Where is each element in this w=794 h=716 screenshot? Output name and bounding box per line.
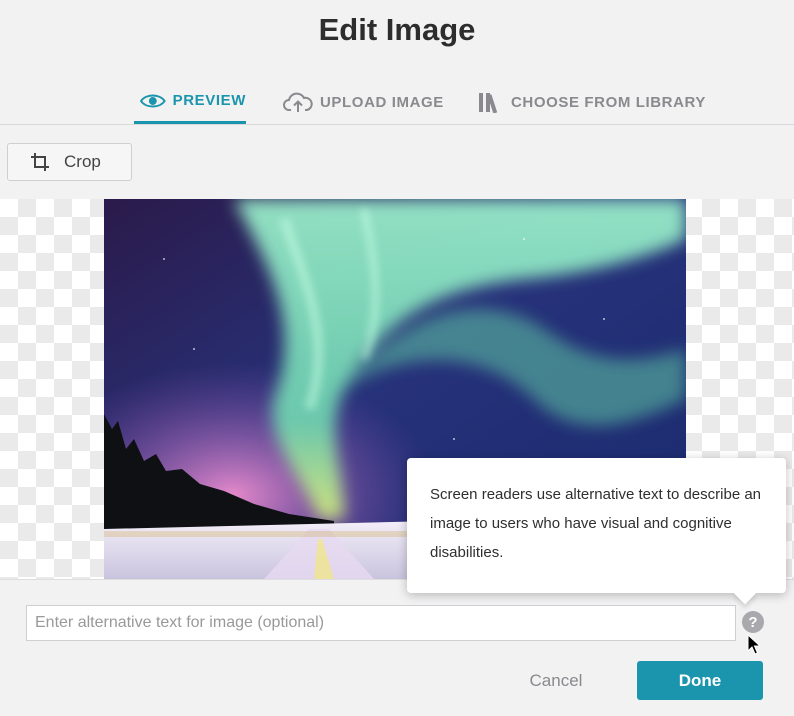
library-icon <box>479 93 498 113</box>
question-icon[interactable]: ? <box>742 611 764 633</box>
dialog-title: Edit Image <box>318 12 476 47</box>
alt-text-input[interactable] <box>26 605 736 641</box>
tab-upload-image[interactable]: UPLOAD IMAGE <box>283 80 444 124</box>
tab-preview[interactable]: PREVIEW <box>134 80 246 124</box>
tab-choose-from-library[interactable]: CHOOSE FROM LIBRARY <box>478 80 706 124</box>
help-icon-glyph: ? <box>748 613 758 631</box>
cancel-button[interactable]: Cancel <box>508 662 604 700</box>
tab-upload-label: UPLOAD IMAGE <box>320 93 444 111</box>
tab-preview-label: PREVIEW <box>172 92 246 109</box>
tab-library-label: CHOOSE FROM LIBRARY <box>511 93 707 111</box>
crop-button[interactable]: Crop <box>7 143 132 181</box>
cloud-upload-icon <box>283 92 313 112</box>
tooltip-text: Screen readers use alternative text to d… <box>430 486 762 561</box>
done-button[interactable]: Done <box>637 661 763 700</box>
eye-icon <box>140 93 166 108</box>
crop-icon <box>31 153 49 171</box>
alt-text-tooltip: Screen readers use alternative text to d… <box>407 458 786 605</box>
crop-label: Crop <box>64 152 101 171</box>
mouse-cursor-icon <box>747 634 761 655</box>
tab-bar: PREVIEW UPLOAD IMAGE CHOOSE FROM LIBRARY <box>0 80 794 125</box>
